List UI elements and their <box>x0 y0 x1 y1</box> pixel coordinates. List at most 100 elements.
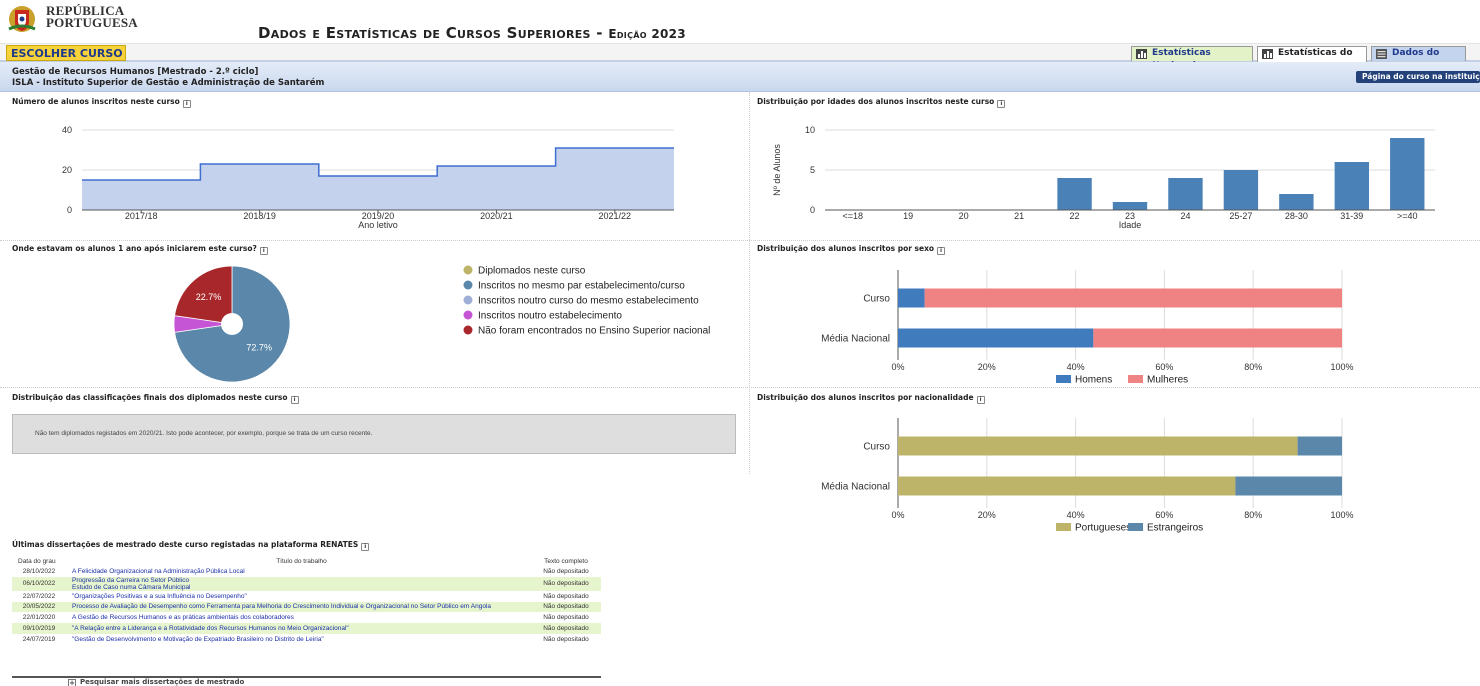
x-tick-label: 24 <box>1180 211 1190 221</box>
section-title-text: Distribuição das classificações finais d… <box>12 393 288 402</box>
x-tick-label: 28-30 <box>1285 211 1308 221</box>
bar <box>1057 178 1092 210</box>
ages-bar-chart: 0510<=18 19 20 21 22 23 24 25-27 28-30 31-39 >=40I… <box>772 125 1435 230</box>
column-header-title: Título do trabalho <box>66 556 531 566</box>
column-header-fulltext: Texto completo <box>531 556 601 566</box>
table-row: 09/10/2019 "A Relação entre a Liderança e… <box>12 623 601 634</box>
x-tick-label: >=40 <box>1397 211 1418 221</box>
bar-segment <box>898 328 1094 348</box>
full-text-status: Não depositado <box>531 601 601 613</box>
x-tick-label: 80% <box>1244 362 1262 372</box>
x-axis-label: Idade <box>1119 220 1142 230</box>
course-page-button[interactable]: Página do curso na instituição <box>1356 71 1480 83</box>
legend-marker <box>463 280 473 290</box>
dissertation-title-link[interactable]: A Felicidade Organizacional na Administr… <box>66 566 531 577</box>
table-row: 24/07/2019 "Gestão de Desenvolvimento e M… <box>12 634 601 645</box>
category-label: Média Nacional <box>821 482 890 493</box>
y-tick-label: 20 <box>62 165 72 175</box>
tab-dados-do-curso[interactable]: Dados do curso <box>1371 46 1466 71</box>
tab-estatisticas-do-curso[interactable]: Estatísticas do curso <box>1257 46 1367 71</box>
degree-date: 06/10/2022 <box>12 576 66 591</box>
x-tick-label: 40% <box>1067 510 1085 520</box>
table-icon <box>1376 49 1387 59</box>
info-icon[interactable]: i <box>361 543 370 551</box>
full-text-status: Não depositado <box>543 567 589 575</box>
bar-segment <box>898 288 925 308</box>
choose-course-label: ESCOLHER CURSO <box>11 47 123 60</box>
full-text-status: Não depositado <box>543 635 589 643</box>
x-tick-label: 22 <box>1070 211 1080 221</box>
full-text-status: Não depositado <box>531 576 601 591</box>
x-tick-label: 20% <box>978 510 996 520</box>
legend-marker <box>463 295 473 305</box>
dissertation-title-link[interactable]: Processo de Avaliação de Desempenho como… <box>66 601 531 613</box>
table-header-row: Data do grau Título do trabalho Texto co… <box>12 556 601 566</box>
plus-icon: + <box>68 679 76 686</box>
dissertation-title-link[interactable]: A Gestão de Recursos Humanos e as prátic… <box>66 612 531 623</box>
dissertation-title-link[interactable]: Progressão da Carreira no Setor Público E… <box>66 576 531 591</box>
degree-date: 24/07/2019 <box>22 635 56 643</box>
legend-label: Inscritos no mesmo par estabelecimento/c… <box>478 281 685 292</box>
table-row: 22/07/2022 "Organizações Positivas e a su… <box>12 591 601 602</box>
legend-label: Inscritos noutro estabelecimento <box>478 311 622 322</box>
table-row: 22/01/2020 A Gestão de Recursos Humanos e… <box>12 612 601 623</box>
x-tick-label: 60% <box>1155 362 1173 372</box>
bar-segment <box>898 476 1236 496</box>
x-tick-label: 60% <box>1155 510 1173 520</box>
degree-date: 20/05/2022 <box>12 601 66 613</box>
legend-marker <box>1056 375 1071 383</box>
y-tick-label: 10 <box>805 125 815 135</box>
legend-label: Não foram encontrados no Ensino Superior… <box>478 326 710 337</box>
category-label: Curso <box>863 294 890 305</box>
degree-date: 09/10/2019 <box>12 623 66 634</box>
x-tick-label: 31-39 <box>1340 211 1363 221</box>
bar <box>1168 178 1203 210</box>
full-text-status: Não depositado <box>543 592 589 600</box>
row-divider <box>0 240 1480 241</box>
chart-icon <box>1262 49 1273 59</box>
edition-label: Edição 2023 <box>608 27 686 41</box>
slice-label: 72.7% <box>246 343 272 353</box>
x-tick-label: 20 <box>959 211 969 221</box>
dissertation-title-link[interactable]: "Gestão de Desenvolvimento e Motivação d… <box>66 634 531 645</box>
bar-segment <box>1297 436 1342 456</box>
x-tick-label: 25-27 <box>1229 211 1252 221</box>
bar-segment <box>1093 328 1342 348</box>
info-icon[interactable]: i <box>290 396 299 404</box>
row-divider <box>0 387 1480 388</box>
legend-marker <box>463 310 473 320</box>
x-tick-label: 40% <box>1067 362 1085 372</box>
x-tick-label: 2021/22 <box>599 211 632 221</box>
course-info: Gestão de Recursos Humanos [Mestrado - 2… <box>12 67 324 89</box>
bar <box>1279 194 1314 210</box>
x-tick-label: 19 <box>903 211 913 221</box>
legend-marker <box>1128 375 1143 383</box>
category-label: Curso <box>863 442 890 453</box>
full-text-status: Não depositado <box>543 614 589 622</box>
bar <box>1223 170 1259 210</box>
legend-label: Inscritos noutro curso do mesmo estabele… <box>478 296 699 307</box>
legend-label: Mulheres <box>1147 375 1188 386</box>
course-name: Gestão de Recursos Humanos [Mestrado - 2… <box>12 67 259 77</box>
grades-section-title: Distribuição das classificações finais d… <box>12 393 299 404</box>
dissertation-title-link[interactable]: "Organizações Positivas e a sua Influênc… <box>66 591 531 602</box>
legend-label: Portugueses <box>1075 523 1131 534</box>
dissertation-title-link[interactable]: "A Relação entre a Liderança e a Rotativ… <box>66 623 531 634</box>
x-axis-label: Ano letivo <box>358 220 398 230</box>
legend-marker <box>463 265 473 275</box>
x-tick-label: 80% <box>1244 510 1262 520</box>
logo-line-2: PORTUGUESA <box>46 15 138 30</box>
tab-estatisticas-nacionais[interactable]: Estatísticas Nacionais <box>1131 46 1253 71</box>
choose-course-button[interactable]: ESCOLHER CURSO <box>6 45 126 72</box>
table-row: 20/05/2022 Processo de Avaliação de Desem… <box>12 601 601 613</box>
more-dissertations-link[interactable]: + Pesquisar mais dissertações de mestrado <box>68 678 244 686</box>
legend-marker <box>1128 523 1143 531</box>
area-fill <box>82 148 674 210</box>
republica-portuguesa-label: REPÚBLICA PORTUGUESA <box>46 4 138 30</box>
degree-date: 22/01/2020 <box>22 614 56 622</box>
dissertations-section-title: Últimas dissertações de mestrado deste c… <box>12 540 370 551</box>
degree-date: 28/10/2022 <box>22 567 56 575</box>
bar <box>1334 162 1370 210</box>
x-tick-label: 100% <box>1330 510 1353 520</box>
legend-marker <box>1056 523 1071 531</box>
